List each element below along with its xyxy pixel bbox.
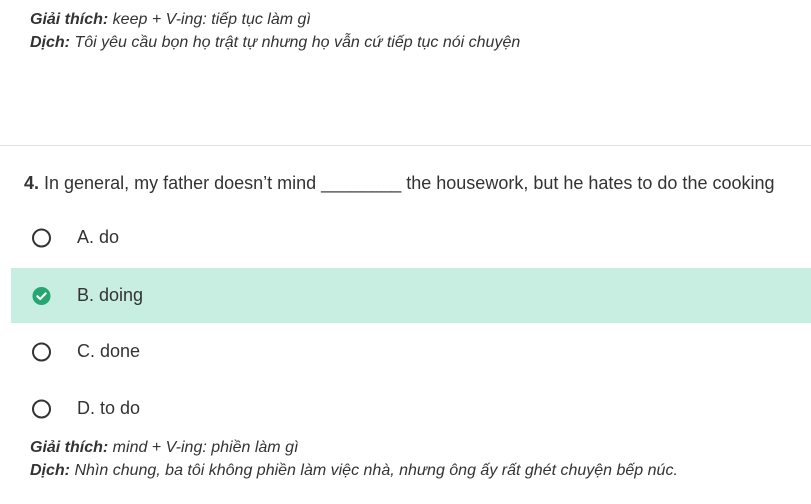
explain-line: Giải thích: keep + V-ing: tiếp tục làm g… [30,8,520,31]
option-label: C. done [77,341,141,361]
option-c[interactable]: C. done [11,324,811,379]
translate-line: Dịch: Tôi yêu cầu bọn họ trật tự nhưng h… [30,31,520,54]
explain-label: Giải thích: [30,439,109,456]
radio-circle-icon[interactable] [32,342,51,361]
explain-line: Giải thích: mind + V-ing: phiền làm gì [30,436,678,459]
radio-circle-icon[interactable] [32,399,51,418]
option-label: B. doing [77,285,144,305]
explain-text: keep + V-ing: tiếp tục làm gì [108,11,311,28]
option-a[interactable]: A. do [11,210,811,265]
option-label: D. to do [77,398,141,418]
explain-label: Giải thích: [30,11,109,28]
question-body: In general, my father doesn’t mind _____… [39,173,775,193]
previous-explanation: Giải thích: keep + V-ing: tiếp tục làm g… [30,8,520,54]
translate-text: Nhìn chung, ba tôi không phiền làm việc … [70,462,678,479]
explain-text: mind + V-ing: phiền làm gì [108,439,299,456]
question-text: 4. In general, my father doesn’t mind __… [24,172,775,194]
translate-label: Dịch: [30,462,70,479]
translate-label: Dịch: [30,34,70,51]
option-label: A. do [77,227,120,247]
question-divider [0,145,811,146]
translate-text: Tôi yêu cầu bọn họ trật tự nhưng họ vẫn … [70,34,521,51]
translate-line: Dịch: Nhìn chung, ba tôi không phiền làm… [30,459,678,482]
option-d[interactable]: D. to do [11,381,811,436]
check-circle-icon[interactable] [32,286,51,305]
radio-circle-icon[interactable] [32,228,51,247]
option-b[interactable]: B. doing [11,268,811,323]
answer-explanation: Giải thích: mind + V-ing: phiền làm gì D… [30,436,678,482]
question-number: 4. [24,173,40,193]
